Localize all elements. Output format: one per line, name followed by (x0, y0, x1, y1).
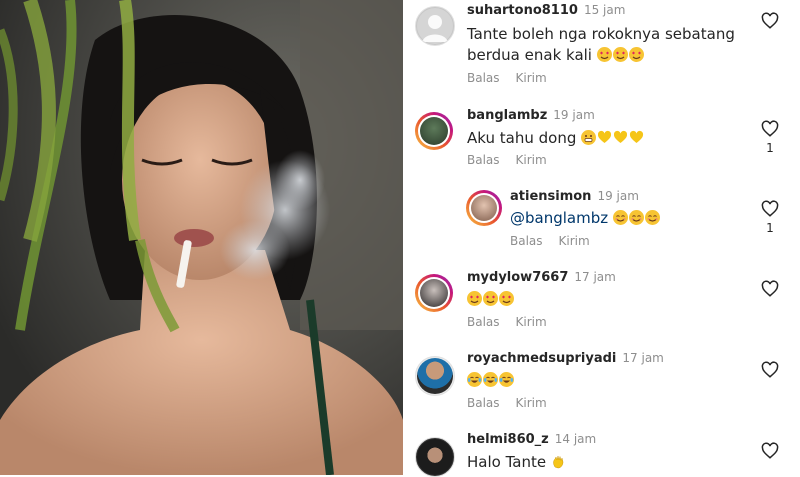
avatar[interactable] (415, 6, 455, 46)
avatar-photo (420, 117, 448, 145)
tears-of-joy-emoji-icon (483, 372, 498, 387)
comment-time: 19 jam (553, 108, 595, 122)
smile-emoji-icon (644, 210, 660, 225)
send-button[interactable]: Kirim (516, 315, 547, 329)
comment-time: 17 jam (622, 351, 664, 365)
comment-time: 17 jam (574, 270, 616, 284)
post-photo-illustration (0, 0, 403, 475)
avatar-inner (418, 277, 450, 309)
reply-button[interactable]: Balas (467, 153, 500, 167)
avatar-photo (471, 195, 497, 221)
comment-text: Aku tahu dong (467, 128, 767, 149)
grin-emoji-icon (581, 130, 597, 145)
username-text[interactable]: atiensimon (510, 189, 591, 204)
heart-eyes-emoji-icon (467, 291, 482, 306)
comment-time: 14 jam (554, 432, 597, 446)
smile-emoji-icon (628, 210, 644, 225)
send-button[interactable]: Kirim (516, 153, 547, 167)
heart-eyes-emoji-icon (628, 47, 644, 62)
default-avatar-icon (417, 8, 453, 44)
smile-emoji-icon (612, 210, 628, 225)
comment-text: Halo Tante (467, 452, 767, 473)
send-button[interactable]: Kirim (516, 396, 547, 410)
comment-actions: Balas Kirim (467, 71, 563, 85)
yellow-heart-emoji-icon (597, 130, 612, 145)
avatar[interactable] (415, 274, 453, 312)
comment-text (467, 370, 767, 391)
comment-text: Tante boleh nga rokoknya sebatang berdua… (467, 24, 767, 66)
comment-item: helmi860_z 14 jam Halo Tante (403, 424, 800, 477)
like-count: 1 (766, 221, 774, 235)
avatar[interactable] (466, 190, 502, 226)
heart-icon[interactable] (761, 442, 779, 460)
heart-icon[interactable] (761, 12, 779, 30)
reply-button[interactable]: Balas (467, 71, 500, 85)
heart-eyes-emoji-icon (499, 291, 514, 306)
comment-text: @banglambz (510, 208, 760, 229)
reply-button[interactable]: Balas (510, 234, 543, 248)
reply-button[interactable]: Balas (467, 315, 500, 329)
comment-actions: Balas Kirim (467, 396, 563, 410)
avatar-inner (469, 193, 499, 223)
avatar-photo (417, 439, 453, 475)
tears-of-joy-emoji-icon (499, 372, 514, 387)
mention-link[interactable]: @banglambz (510, 209, 608, 227)
comment-time: 15 jam (583, 3, 626, 17)
heart-icon[interactable] (761, 361, 779, 379)
comment-actions: Balas Kirim (510, 234, 606, 248)
comment-username[interactable]: suhartono8110 15 jam (467, 3, 625, 18)
username-text[interactable]: royachmedsupriyadi (467, 351, 616, 366)
comment-username[interactable]: royachmedsupriyadi 17 jam (467, 351, 664, 366)
send-button[interactable]: Kirim (516, 71, 547, 85)
comment-username[interactable]: mydylow7667 17 jam (467, 270, 616, 285)
heart-icon[interactable] (761, 280, 779, 298)
comment-item: mydylow7667 17 jam Balas Kirim (403, 262, 800, 342)
yellow-heart-emoji-icon (629, 130, 644, 145)
comment-item: royachmedsupriyadi 17 jam Balas Kirim (403, 343, 800, 423)
avatar[interactable] (415, 437, 455, 477)
comment-text-body: Halo Tante (467, 453, 547, 471)
post-photo (0, 0, 403, 475)
comment-item: suhartono8110 15 jam Tante boleh nga roko… (403, 0, 800, 95)
username-text[interactable]: mydylow7667 (467, 270, 568, 285)
heart-icon[interactable] (761, 120, 779, 138)
yellow-heart-emoji-icon (613, 130, 628, 145)
send-button[interactable]: Kirim (559, 234, 590, 248)
avatar[interactable] (415, 356, 455, 396)
comment-actions: Balas Kirim (467, 153, 563, 167)
comment-username[interactable]: helmi860_z 14 jam (467, 432, 596, 447)
reply-button[interactable]: Balas (467, 396, 500, 410)
comment-actions: Balas Kirim (467, 315, 563, 329)
comments-panel: suhartono8110 15 jam Tante boleh nga roko… (403, 0, 800, 477)
comment-time: 19 jam (597, 189, 639, 203)
like-count: 1 (766, 141, 774, 155)
avatar[interactable] (415, 112, 453, 150)
reply-item: atiensimon 19 jam @banglambz Balas Kirim 1 (403, 180, 800, 260)
comment-text-body: Aku tahu dong (467, 129, 577, 147)
username-text[interactable]: suhartono8110 (467, 3, 578, 18)
heart-eyes-emoji-icon (612, 47, 628, 62)
comment-item: banglambz 19 jam Aku tahu dong Balas Kirim… (403, 100, 800, 180)
comment-text (467, 289, 767, 310)
comment-username[interactable]: atiensimon 19 jam (510, 189, 639, 204)
heart-eyes-emoji-icon (596, 47, 612, 62)
avatar-inner (418, 115, 450, 147)
comment-username[interactable]: banglambz 19 jam (467, 108, 595, 123)
avatar-photo (420, 279, 448, 307)
username-text[interactable]: banglambz (467, 108, 547, 123)
avatar-photo (417, 358, 453, 394)
tears-of-joy-emoji-icon (467, 372, 482, 387)
waving-hand-emoji-icon (551, 454, 566, 469)
heart-icon[interactable] (761, 200, 779, 218)
heart-eyes-emoji-icon (483, 291, 498, 306)
username-text[interactable]: helmi860_z (467, 432, 549, 447)
